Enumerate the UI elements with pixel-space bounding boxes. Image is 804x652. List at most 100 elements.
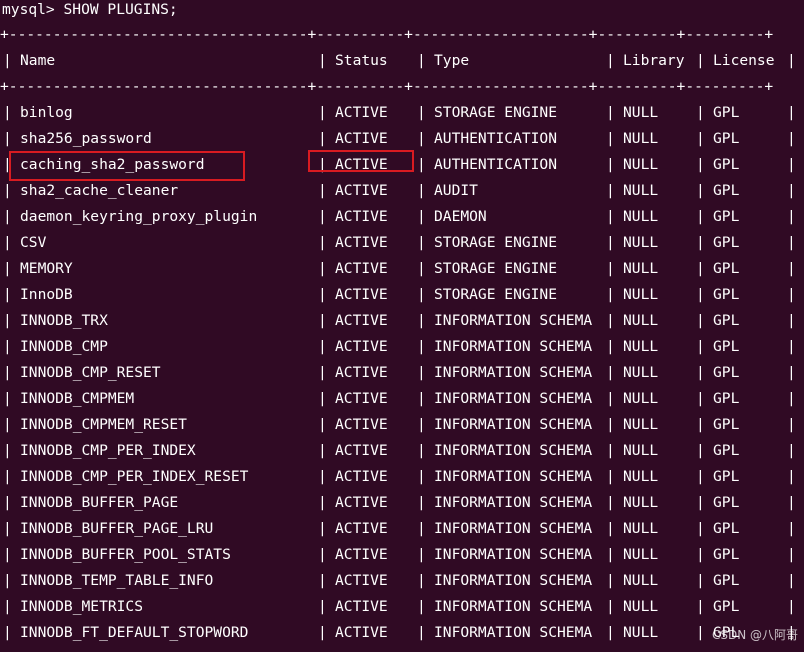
column-separator: | — [318, 130, 327, 147]
cell-type: INFORMATION SCHEMA — [434, 364, 593, 381]
cell-status: ACTIVE — [335, 442, 388, 459]
cell-type: INFORMATION SCHEMA — [434, 442, 593, 459]
column-separator: | — [787, 520, 796, 537]
column-separator: | — [606, 624, 615, 641]
cell-name: INNODB_TRX — [20, 312, 108, 329]
cell-status: ACTIVE — [335, 520, 388, 537]
column-separator: | — [417, 52, 426, 69]
column-separator: | — [696, 52, 705, 69]
cell-library: NULL — [623, 130, 659, 147]
column-separator: | — [606, 312, 615, 329]
cell-type: INFORMATION SCHEMA — [434, 624, 593, 641]
column-separator: | — [417, 546, 426, 563]
cell-license: GPL — [713, 286, 740, 303]
column-separator: | — [417, 312, 426, 329]
table-row: | | | | | | INNODB_TEMP_TABLE_INFO ACTIVE INFORM… — [0, 568, 804, 594]
cell-name: sha2_cache_cleaner — [20, 182, 179, 199]
column-separator: | — [417, 208, 426, 225]
column-separator: | — [417, 520, 426, 537]
column-separator: | — [417, 598, 426, 615]
cell-status: ACTIVE — [335, 286, 388, 303]
cell-name: daemon_keyring_proxy_plugin — [20, 208, 258, 225]
table-header-border: +----------------------------------+----… — [0, 78, 774, 95]
column-separator: | — [787, 598, 796, 615]
table-row: | | | | | | sha2_cache_cleaner ACTIVE AUDIT NULL G… — [0, 178, 804, 204]
column-separator: | — [787, 442, 796, 459]
column-separator: | — [606, 598, 615, 615]
cell-library: NULL — [623, 598, 659, 615]
column-separator: | — [3, 520, 12, 537]
column-separator: | — [417, 104, 426, 121]
cell-library: NULL — [623, 234, 659, 251]
cell-library: NULL — [623, 260, 659, 277]
cell-name: sha256_password — [20, 130, 152, 147]
cell-status: ACTIVE — [335, 598, 388, 615]
table-row: | | | | | | INNODB_CMP_PER_INDEX_RESET ACTIVE IN… — [0, 464, 804, 490]
column-separator: | — [606, 260, 615, 277]
column-separator: | — [3, 208, 12, 225]
table-row: | | | | | | INNODB_BUFFER_POOL_STATS ACTIVE INFO… — [0, 542, 804, 568]
cell-type: INFORMATION SCHEMA — [434, 338, 593, 355]
table-row: | | | | | | sha256_password ACTIVE AUTHENTICATIO… — [0, 126, 804, 152]
header-type: Type — [434, 52, 470, 69]
column-separator: | — [417, 260, 426, 277]
table-row: | | | | | | InnoDB ACTIVE STORAGE ENGINE NULL GPL — [0, 282, 804, 308]
cell-library: NULL — [623, 572, 659, 589]
cell-library: NULL — [623, 364, 659, 381]
column-separator: | — [417, 364, 426, 381]
column-separator: | — [3, 312, 12, 329]
table-row: | | | | | | INNODB_CMP_RESET ACTIVE INFORMATION … — [0, 360, 804, 386]
cell-name: CSV — [20, 234, 47, 251]
column-separator: | — [318, 390, 327, 407]
cell-type: STORAGE ENGINE — [434, 104, 558, 121]
column-separator: | — [696, 494, 705, 511]
column-separator: | — [606, 442, 615, 459]
column-separator: | — [606, 494, 615, 511]
column-separator: | — [318, 182, 327, 199]
cell-status: ACTIVE — [335, 416, 388, 433]
cell-type: INFORMATION SCHEMA — [434, 546, 593, 563]
column-separator: | — [696, 182, 705, 199]
column-separator: | — [3, 468, 12, 485]
cell-type: STORAGE ENGINE — [434, 234, 558, 251]
cell-license: GPL — [713, 312, 740, 329]
column-separator: | — [318, 598, 327, 615]
column-separator: | — [3, 130, 12, 147]
column-separator: | — [606, 546, 615, 563]
cell-type: AUDIT — [434, 182, 478, 199]
column-separator: | — [606, 234, 615, 251]
cell-type: DAEMON — [434, 208, 487, 225]
cell-license: GPL — [713, 338, 740, 355]
column-separator: | — [3, 52, 12, 69]
column-separator: | — [787, 416, 796, 433]
column-separator: | — [606, 52, 615, 69]
column-separator: | — [3, 572, 12, 589]
table-row: | | | | | | INNODB_CMP_PER_INDEX ACTIVE INFORMAT… — [0, 438, 804, 464]
cell-status: ACTIVE — [335, 390, 388, 407]
column-separator: | — [787, 234, 796, 251]
cell-status: ACTIVE — [335, 130, 388, 147]
terminal-window[interactable]: mysql> SHOW PLUGINS; +------------------… — [0, 0, 804, 652]
cell-status: ACTIVE — [335, 260, 388, 277]
column-separator: | — [696, 312, 705, 329]
cell-license: GPL — [713, 520, 740, 537]
column-separator: | — [318, 260, 327, 277]
column-separator: | — [696, 468, 705, 485]
table-top-border: +----------------------------------+----… — [0, 26, 774, 43]
table-row: | | | | | | INNODB_BUFFER_PAGE_LRU ACTIVE INFORM… — [0, 516, 804, 542]
column-separator: | — [606, 572, 615, 589]
column-separator: | — [3, 494, 12, 511]
column-separator: | — [696, 520, 705, 537]
table-row: | | | | | | binlog ACTIVE STORAGE ENGINE NULL GPL — [0, 100, 804, 126]
column-separator: | — [318, 312, 327, 329]
cell-status: ACTIVE — [335, 364, 388, 381]
column-separator: | — [417, 130, 426, 147]
cell-type: STORAGE ENGINE — [434, 286, 558, 303]
column-separator: | — [696, 546, 705, 563]
column-separator: | — [696, 130, 705, 147]
column-separator: | — [787, 364, 796, 381]
column-separator: | — [606, 338, 615, 355]
cell-name: INNODB_CMP_PER_INDEX — [20, 442, 196, 459]
cell-type: INFORMATION SCHEMA — [434, 494, 593, 511]
column-separator: | — [696, 572, 705, 589]
